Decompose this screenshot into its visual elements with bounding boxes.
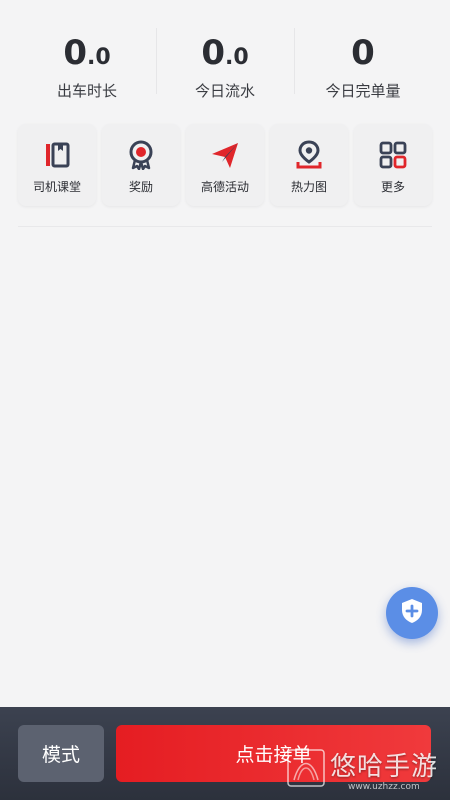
shield-plus-icon <box>398 597 426 629</box>
stat-drive-time: 0.0 出车时长 <box>18 22 156 104</box>
award-icon <box>126 140 156 170</box>
tool-reward[interactable]: 奖励 <box>102 124 180 206</box>
tool-label: 司机课堂 <box>32 180 81 194</box>
stat-value-int: 0 <box>63 33 87 73</box>
stat-label: 今日流水 <box>194 82 255 100</box>
tool-label: 奖励 <box>128 180 153 194</box>
safety-center-button[interactable] <box>386 587 438 639</box>
stat-value-int: 0 <box>351 33 375 73</box>
divider <box>18 226 432 227</box>
stats-row: 0.0 出车时长 0.0 今日流水 0 今日完单量 <box>18 22 432 104</box>
stat-value: 0.0 <box>63 22 110 70</box>
stat-value-int: 0 <box>201 33 225 73</box>
bottom-bar: 模式 点击接单 悠哈手游 www.uzhzz.com <box>0 707 450 800</box>
tool-more[interactable]: 更多 <box>354 124 432 206</box>
book-icon <box>42 140 72 170</box>
app-screen: 0.0 出车时长 0.0 今日流水 0 今日完单量 司机课堂 奖励 高德活动 热… <box>0 0 450 800</box>
paper-plane-icon <box>210 140 240 170</box>
stat-label: 出车时长 <box>56 82 117 100</box>
accept-orders-button[interactable]: 点击接单 <box>116 725 431 782</box>
watermark-site: www.uzhzz.com <box>348 782 420 792</box>
stat-completed-orders: 0 今日完单量 <box>294 22 432 104</box>
tool-amap-activity[interactable]: 高德活动 <box>186 124 264 206</box>
tools-row: 司机课堂 奖励 高德活动 热力图 更多 <box>18 124 432 206</box>
grid-icon <box>378 140 408 170</box>
stat-value: 0 <box>351 22 375 70</box>
tool-label: 热力图 <box>290 180 327 194</box>
tool-label: 高德活动 <box>200 180 249 194</box>
stat-label: 今日完单量 <box>325 82 401 100</box>
mode-button[interactable]: 模式 <box>18 725 104 782</box>
tool-label: 更多 <box>380 180 405 194</box>
tool-heatmap[interactable]: 热力图 <box>270 124 348 206</box>
stat-daily-revenue: 0.0 今日流水 <box>156 22 294 104</box>
stat-value-dec: .0 <box>87 45 111 70</box>
tool-driver-class[interactable]: 司机课堂 <box>18 124 96 206</box>
location-pin-icon <box>294 140 324 170</box>
stat-value: 0.0 <box>201 22 248 70</box>
stat-value-dec: .0 <box>225 45 249 70</box>
